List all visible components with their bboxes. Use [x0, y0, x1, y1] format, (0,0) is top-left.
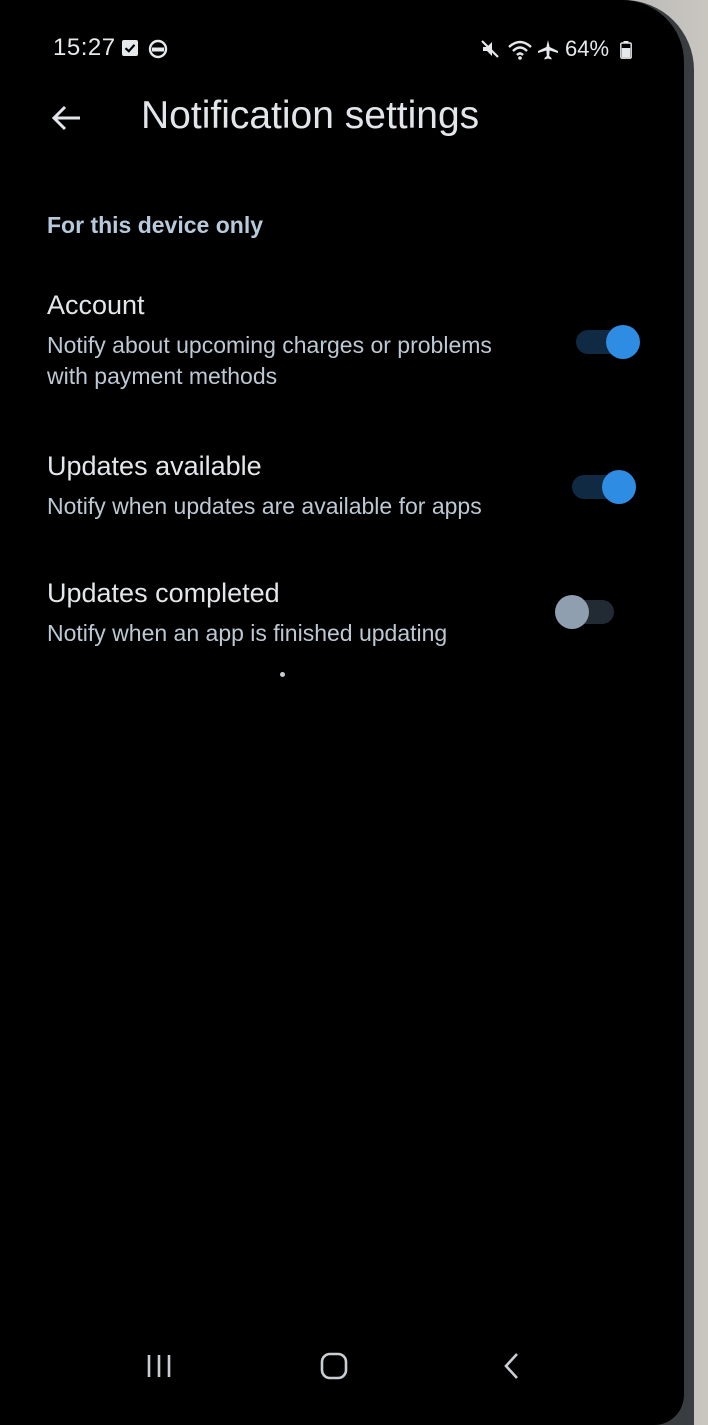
app-bar: Notification settings [0, 80, 684, 160]
setting-description: Notify when updates are available for ap… [47, 493, 482, 519]
setting-title: Updates available [47, 451, 262, 481]
battery-percentage: 64% [565, 36, 610, 61]
updates-completed-toggle[interactable] [555, 595, 614, 629]
phone-frame: 15:27 64% Notification settings For this… [0, 0, 694, 1425]
setting-account[interactable]: Account Notify about upcoming charges or… [0, 290, 684, 400]
page-title: Notification settings [141, 94, 480, 137]
nav-back-icon [501, 1351, 521, 1386]
recents-button[interactable] [131, 1340, 187, 1396]
setting-updates-completed[interactable]: Updates completed Notify when an app is … [0, 578, 684, 668]
navigation-bar [0, 1340, 684, 1396]
arrow-back-icon [50, 104, 82, 137]
status-time: 15:27 [53, 34, 116, 61]
nav-back-button[interactable] [483, 1340, 539, 1396]
setting-title: Updates completed [47, 578, 280, 608]
setting-title: Account [47, 290, 145, 320]
recents-icon [145, 1353, 173, 1384]
updates-available-toggle[interactable] [572, 470, 636, 504]
setting-description: Notify when an app is finished updating [47, 620, 448, 646]
setting-description: Notify about upcoming charges or problem… [47, 332, 492, 389]
airplane-icon [537, 39, 559, 66]
account-toggle[interactable] [576, 325, 640, 359]
home-icon [319, 1351, 349, 1386]
toggle-thumb [606, 325, 640, 359]
home-button[interactable] [306, 1340, 362, 1396]
toggle-thumb [602, 470, 636, 504]
back-button[interactable] [40, 94, 92, 146]
mute-icon [480, 39, 500, 64]
setting-updates-available[interactable]: Updates available Notify when updates ar… [0, 451, 684, 541]
screen: 15:27 64% Notification settings For this… [0, 0, 684, 1425]
status-bar: 15:27 64% [0, 30, 684, 66]
circle-notification-icon [148, 39, 168, 64]
toggle-thumb [555, 595, 589, 629]
wifi-icon [507, 39, 533, 66]
checkbox-notification-icon [121, 39, 139, 62]
section-header: For this device only [47, 212, 263, 238]
battery-icon [620, 41, 632, 64]
touch-indicator-dot [280, 672, 285, 677]
